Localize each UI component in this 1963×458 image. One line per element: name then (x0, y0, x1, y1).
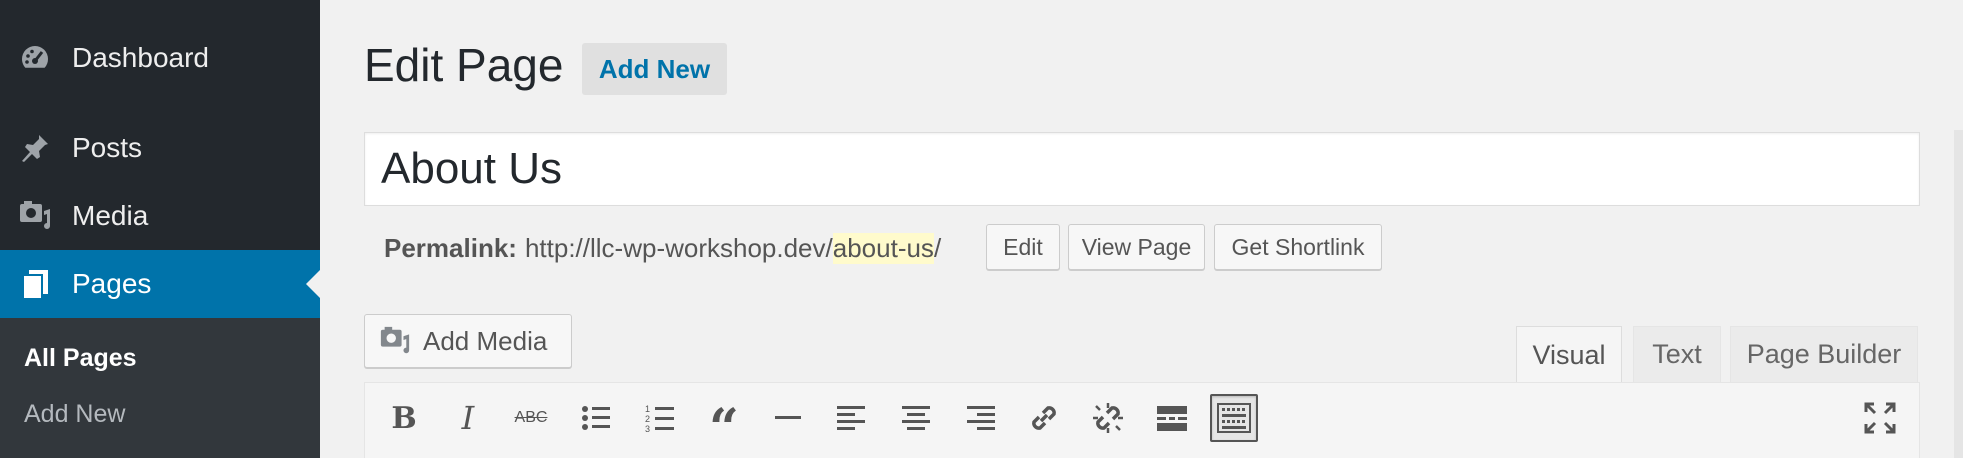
align-left-icon (837, 406, 865, 430)
svg-text:3: 3 (645, 424, 650, 433)
pages-icon (18, 267, 52, 301)
fullscreen-icon (1864, 402, 1896, 434)
permalink-base-url: http://llc-wp-workshop.dev/ (524, 232, 833, 263)
sidebar-item-label: Dashboard (72, 42, 209, 73)
align-center-button[interactable] (892, 394, 940, 442)
add-new-button[interactable]: Add New (582, 43, 727, 95)
sidebar-item-posts[interactable]: Posts (0, 124, 320, 172)
horizontal-line-button[interactable] (764, 394, 812, 442)
get-shortlink-button[interactable]: Get Shortlink (1214, 224, 1382, 270)
edit-permalink-button[interactable]: Edit (986, 224, 1060, 270)
remove-link-icon (1093, 403, 1123, 433)
permalink-slug[interactable]: about-us (832, 232, 934, 264)
align-center-icon (902, 406, 930, 430)
dashboard-icon (18, 41, 52, 75)
add-media-label: Add Media (423, 325, 548, 356)
horizontal-line-icon (775, 416, 801, 419)
permalink-label: Permalink: (384, 232, 517, 263)
read-more-button[interactable] (1148, 394, 1196, 442)
numbered-list-button[interactable]: 123 (636, 394, 684, 442)
tab-visual[interactable]: Visual (1516, 326, 1622, 384)
align-right-button[interactable] (956, 394, 1004, 442)
permalink-row: Permalink: http://llc-wp-workshop.dev/ab… (384, 230, 941, 266)
admin-sidebar: Dashboard Posts Media Pages All Pages Ad… (0, 0, 320, 458)
insert-link-icon (1032, 406, 1056, 430)
sidebar-item-dashboard[interactable]: Dashboard (0, 34, 320, 82)
page-title: Edit Page (364, 39, 564, 91)
tab-text[interactable]: Text (1633, 326, 1721, 382)
sidebar-item-media[interactable]: Media (0, 192, 320, 240)
sidebar-item-label: Pages (72, 268, 152, 299)
bulleted-list-icon (582, 406, 610, 430)
media-icon (18, 199, 52, 233)
italic-icon: I (461, 399, 475, 437)
svg-text:2: 2 (645, 414, 650, 424)
align-left-button[interactable] (828, 394, 876, 442)
tab-page-builder[interactable]: Page Builder (1730, 326, 1918, 382)
permalink-trailing: / (933, 232, 942, 263)
current-menu-arrow (306, 270, 320, 298)
page-title-input[interactable]: About Us (364, 132, 1920, 206)
submenu-item-add-new[interactable]: Add New (24, 400, 125, 429)
view-page-button[interactable]: View Page (1068, 224, 1205, 270)
bulleted-list-button[interactable] (572, 394, 620, 442)
toolbar-toggle-icon (1217, 403, 1251, 433)
svg-text:1: 1 (645, 404, 650, 414)
sidebar-item-label: Posts (72, 132, 143, 163)
sidebar-item-pages[interactable]: Pages (0, 250, 320, 318)
pushpin-icon (18, 131, 52, 165)
align-right-icon (967, 406, 995, 430)
bold-button[interactable]: B (380, 394, 428, 442)
strikethrough-button[interactable]: ABC (507, 394, 555, 442)
italic-button[interactable]: I (444, 394, 492, 442)
read-more-icon (1157, 406, 1187, 431)
numbered-list-icon: 123 (645, 404, 674, 433)
submenu-item-all-pages[interactable]: All Pages (24, 344, 137, 373)
bold-icon: B (391, 400, 417, 436)
media-icon (379, 325, 411, 357)
sidebar-item-label: Media (72, 200, 149, 231)
toolbar-toggle-button[interactable] (1210, 394, 1258, 442)
blockquote-icon: “ (709, 398, 739, 458)
insert-link-button[interactable] (1020, 394, 1068, 442)
pages-submenu: All Pages Add New (0, 318, 320, 458)
blockquote-button[interactable]: “ (700, 394, 748, 455)
add-media-button[interactable]: Add Media (364, 314, 572, 368)
strikethrough-icon: ABC (514, 409, 548, 426)
remove-link-button[interactable] (1084, 394, 1132, 442)
sidebar-panel-edge (1954, 130, 1963, 458)
fullscreen-button[interactable] (1856, 394, 1904, 442)
